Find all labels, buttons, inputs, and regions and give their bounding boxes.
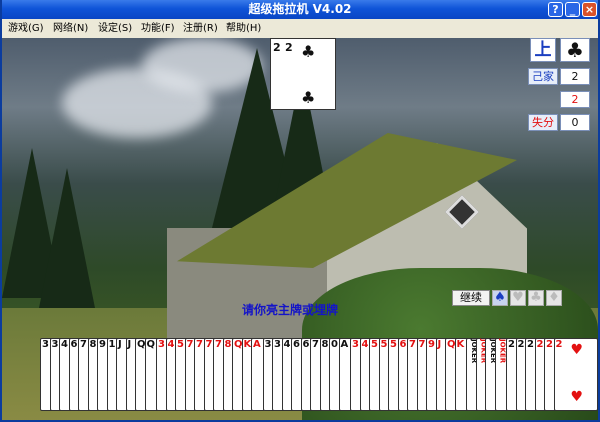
- card-rank: 2: [555, 339, 563, 350]
- club-icon: ♣: [301, 42, 316, 61]
- trump-club-icon: ♣: [560, 38, 590, 62]
- club-icon: ♣: [301, 88, 316, 107]
- card-rank: 7: [205, 339, 213, 350]
- card-rank: 7: [215, 339, 222, 350]
- card-rank: 9: [428, 339, 435, 350]
- menu-network[interactable]: 网络(N): [53, 19, 88, 38]
- card-rank: 4: [61, 339, 68, 350]
- title-bar[interactable]: 超级拖拉机 V4.02 ? _ ×: [2, 0, 598, 19]
- card-rank: 7: [80, 339, 87, 350]
- heart-icon: ♥: [570, 389, 584, 405]
- menu-game[interactable]: 游戏(G): [8, 19, 44, 38]
- lost-points-label: 失分: [528, 114, 558, 131]
- heart-icon: ♥: [570, 342, 584, 358]
- minimize-button[interactable]: _: [565, 2, 580, 17]
- card-rank: 3: [274, 339, 281, 350]
- card-rank: 8: [224, 339, 232, 350]
- up-button[interactable]: 上: [530, 38, 556, 62]
- self-team-value: 2: [560, 68, 590, 85]
- menu-bar: 游戏(G) 网络(N) 设定(S) 功能(F) 注册(R) 帮助(H): [2, 19, 598, 38]
- card-rank: 3: [158, 339, 165, 350]
- card-rank: A: [253, 339, 261, 350]
- card-rank: 5: [371, 339, 378, 350]
- card-rank: 6: [399, 339, 407, 350]
- menu-settings[interactable]: 设定(S): [98, 19, 132, 38]
- tree: [37, 168, 97, 318]
- card-rank: 2: [508, 339, 515, 350]
- card-rank: J: [127, 339, 132, 350]
- card-rank: 5: [390, 339, 397, 350]
- card-rank: 6: [293, 339, 300, 350]
- card-rank: 3: [42, 339, 49, 350]
- club-button[interactable]: ♣: [528, 290, 544, 306]
- lost-points-value: 0: [560, 114, 590, 131]
- card-rank: 7: [186, 339, 194, 350]
- close-button[interactable]: ×: [582, 2, 597, 17]
- card-rank: 0: [331, 339, 338, 350]
- spade-button[interactable]: ♠: [492, 290, 508, 306]
- card-rank: 6: [70, 339, 78, 350]
- card-rank: 2: [536, 339, 544, 350]
- card-rank: 7: [312, 339, 319, 350]
- card-rank: 8: [89, 339, 97, 350]
- card-rank: J: [437, 339, 442, 350]
- menu-register[interactable]: 注册(R): [183, 19, 218, 38]
- card-rank: 7: [418, 339, 426, 350]
- card-rank: 2: [546, 339, 553, 350]
- card-rank: 3: [51, 339, 59, 350]
- card-rank: 6: [302, 339, 310, 350]
- game-window: 超级拖拉机 V4.02 ? _ × 游戏(G) 网络(N) 设定(S) 功能(F…: [0, 0, 600, 422]
- menu-functions[interactable]: 功能(F): [141, 19, 175, 38]
- self-team-label: 己家: [528, 68, 558, 85]
- card-rank: 3: [264, 339, 272, 350]
- menu-help[interactable]: 帮助(H): [226, 19, 261, 38]
- card-rank: A: [340, 339, 349, 350]
- card-rank: 5: [177, 339, 184, 350]
- card-rank: 4: [283, 339, 291, 350]
- card-rank: 4: [361, 339, 369, 350]
- played-card: 2 2 ♣ ♣: [270, 38, 336, 110]
- card-rank: K: [456, 339, 465, 350]
- continue-button[interactable]: 继续: [452, 290, 490, 306]
- hand-card[interactable]: 2 ♥ ♥: [553, 338, 598, 411]
- card-rank: 8: [321, 339, 329, 350]
- card-rank: 9: [99, 339, 106, 350]
- heart-button[interactable]: ♥: [510, 290, 526, 306]
- card-rank: 2: [517, 339, 525, 350]
- card-rank: 7: [409, 339, 416, 350]
- status-message: 请你亮主牌或埋牌: [242, 303, 339, 317]
- help-button[interactable]: ?: [548, 2, 563, 17]
- card-rank: 3: [352, 339, 359, 350]
- card-rank: J: [118, 339, 122, 350]
- diamond-button[interactable]: ♦: [546, 290, 562, 306]
- played-card-rank: 2: [273, 41, 281, 54]
- card-rank: 2: [527, 339, 534, 350]
- card-rank: 5: [380, 339, 388, 350]
- card-rank: 4: [167, 339, 175, 350]
- window-title: 超级拖拉机 V4.02: [248, 2, 352, 16]
- card-rank: Q: [146, 339, 156, 350]
- card-rank: 7: [196, 339, 203, 350]
- played-card-rank: 2: [285, 41, 293, 54]
- other-team-value: 2: [560, 91, 590, 108]
